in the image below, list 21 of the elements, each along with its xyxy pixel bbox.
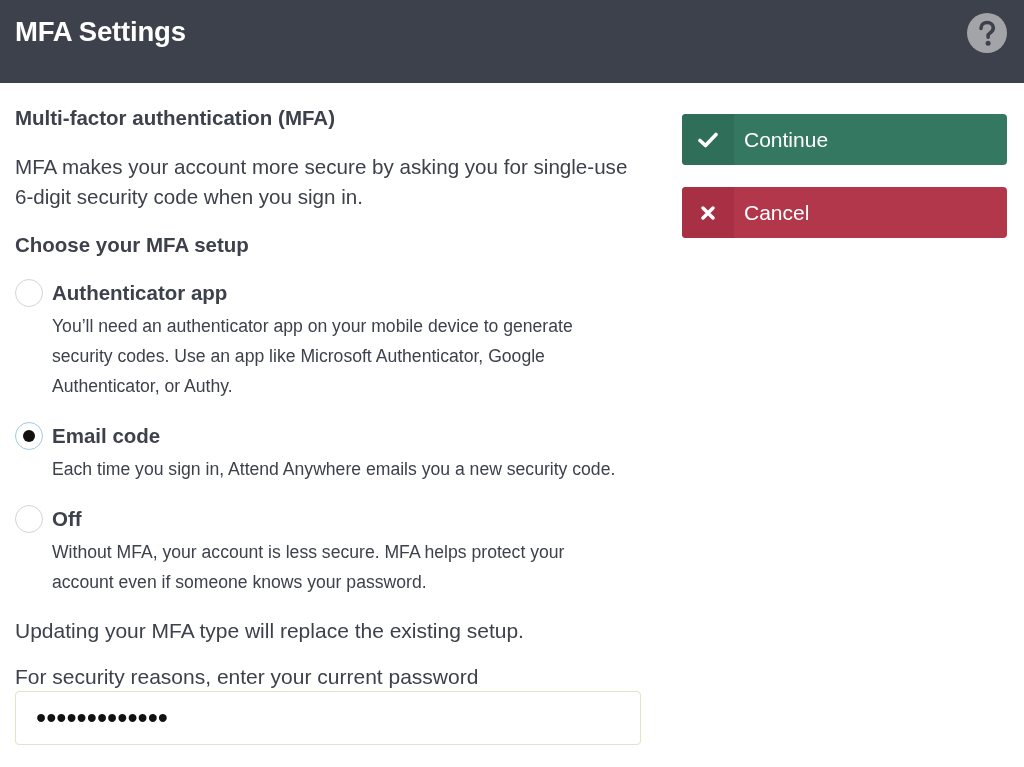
radio-button[interactable]: [15, 505, 43, 533]
option-description: Each time you sign in, Attend Anywhere emails you a new security code.: [52, 458, 617, 481]
notice-text: Updating your MFA type will replace the existing setup.: [15, 618, 525, 644]
option-label: Off: [52, 506, 82, 532]
cancel-button[interactable]: Cancel: [682, 187, 1007, 238]
password-field[interactable]: •••••••••••••: [15, 691, 641, 745]
intro-text: MFA makes your account more secure by asking you for single-use 6-digit security code when you sign in.: [15, 154, 629, 210]
options-heading: Choose your MFA setup: [15, 232, 250, 258]
password-label: For security reasons, enter your current password: [15, 664, 480, 690]
close-icon: [682, 187, 734, 238]
section-heading: Multi-factor authentication (MFA): [15, 105, 336, 131]
option-label: Authenticator app: [52, 280, 228, 306]
check-icon: [682, 114, 734, 165]
help-icon[interactable]: [967, 13, 1007, 53]
option-description: Without MFA, your account is less secure. MFA helps protect your account even if someone knows your password.: [52, 541, 566, 594]
continue-button[interactable]: Continue: [682, 114, 1007, 165]
page-title: MFA Settings: [15, 15, 186, 49]
radio-button[interactable]: [15, 279, 43, 307]
radio-button[interactable]: [15, 422, 43, 450]
option-label: Email code: [52, 423, 161, 449]
option-description: You’ll need an authenticator app on your mobile device to generate security codes. Use an app like Microsoft Authenticator, Google Authenticator, or Authy.: [52, 315, 574, 398]
